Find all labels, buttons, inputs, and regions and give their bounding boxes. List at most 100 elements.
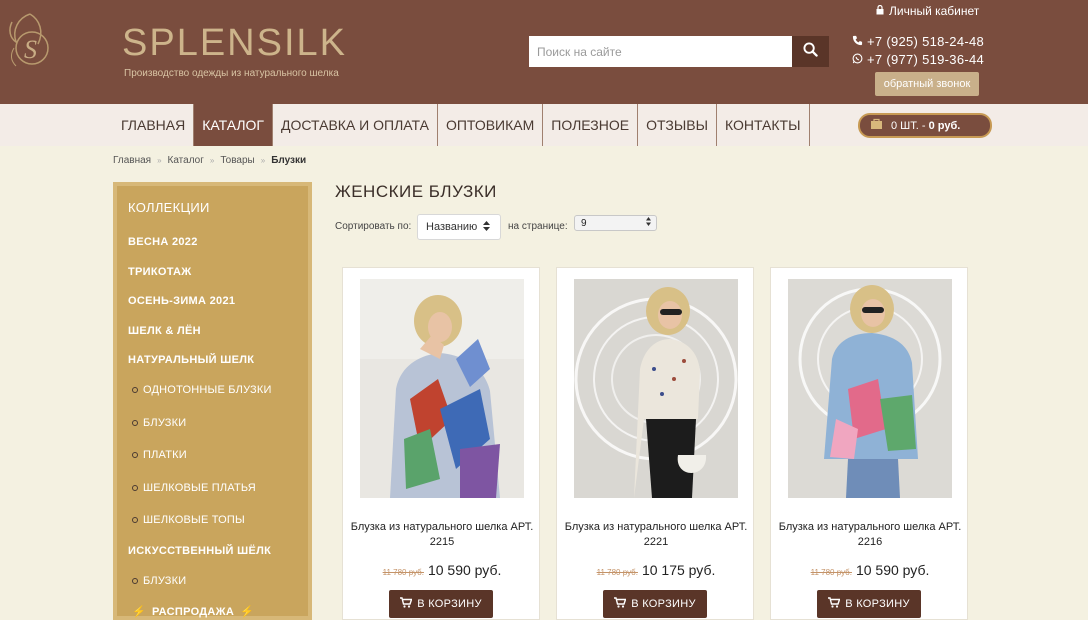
product-name[interactable]: Блузка из натурального шелка АРТ. 2215 — [349, 520, 535, 550]
sidebar-item-autumn-winter-2021[interactable]: ОСЕНЬ-ЗИМА 2021 — [128, 295, 235, 307]
breadcrumb-goods[interactable]: Товары — [220, 155, 254, 166]
sidebar-item-artificial-silk[interactable]: ИСКУССТВЕННЫЙ ШЁЛК — [128, 545, 271, 557]
nav-item-home[interactable]: ГЛАВНАЯ — [113, 104, 195, 146]
lock-icon — [876, 4, 884, 18]
add-to-cart-label: В КОРЗИНУ — [631, 598, 696, 610]
current-price: 10 590 руб. — [855, 562, 930, 578]
old-price: 11 780 руб. — [596, 568, 638, 577]
sort-select[interactable]: Названию — [417, 214, 501, 240]
lightning-icon: ⚡ — [132, 606, 146, 618]
whatsapp-icon — [852, 52, 863, 67]
bullet-icon — [132, 387, 138, 393]
nav-item-useful[interactable]: ПОЛЕЗНОЕ — [543, 104, 639, 146]
nav-item-wholesale[interactable]: ОПТОВИКАМ — [438, 104, 544, 146]
account-link[interactable]: Личный кабинет — [876, 4, 979, 18]
add-to-cart-button[interactable]: В КОРЗИНУ — [817, 590, 921, 618]
cart-icon — [614, 597, 627, 611]
breadcrumb: Главная » Каталог » Товары » Блузки — [113, 155, 306, 166]
nav-item-contacts[interactable]: КОНТАКТЫ — [717, 104, 810, 146]
phone-link-2[interactable]: +7 (977) 519-36-44 — [852, 52, 984, 67]
phone-link-1[interactable]: +7 (925) 518-24-48 — [852, 34, 984, 49]
add-to-cart-button[interactable]: В КОРЗИНУ — [389, 590, 493, 618]
product-image[interactable] — [574, 279, 738, 498]
select-arrows-icon — [646, 217, 651, 229]
sort-label: Сортировать по: — [335, 221, 412, 232]
add-to-cart-button[interactable]: В КОРЗИНУ — [603, 590, 707, 618]
brand-tagline: Производство одежды из натурального шелк… — [124, 68, 339, 79]
sidebar-subitem-blouses[interactable]: БЛУЗКИ — [132, 417, 186, 429]
price-row: 11 780 руб. 10 590 руб. — [343, 562, 541, 578]
sidebar-subitem-label: БЛУЗКИ — [143, 417, 187, 429]
product-image[interactable] — [788, 279, 952, 498]
site-header: S SPLENSILK Производство одежды из натур… — [0, 0, 1088, 104]
sidebar-item-natural-silk[interactable]: НАТУРАЛЬНЫЙ ШЕЛК — [128, 354, 254, 366]
sidebar-item-sale[interactable]: ⚡ РАСПРОДАЖА ⚡ — [132, 605, 255, 619]
phone-icon — [852, 34, 863, 49]
sort-value: Названию — [426, 221, 478, 233]
search-button[interactable] — [792, 36, 829, 67]
breadcrumb-catalog[interactable]: Каталог — [168, 155, 204, 166]
current-price: 10 175 руб. — [641, 562, 716, 578]
account-label: Личный кабинет — [889, 4, 980, 18]
cart-icon — [828, 597, 841, 611]
perpage-select[interactable]: 9 — [574, 215, 657, 231]
add-to-cart-label: В КОРЗИНУ — [845, 598, 910, 610]
perpage-value: 9 — [581, 217, 587, 229]
product-card[interactable]: Блузка из натурального шелка АРТ. 2216 1… — [770, 267, 968, 620]
sidebar-item-spring-2022[interactable]: ВЕСНА 2022 — [128, 236, 198, 248]
old-price: 11 780 руб. — [382, 568, 424, 577]
cart-widget[interactable]: 0 ШТ. - 0 руб. — [858, 113, 992, 138]
product-card[interactable]: Блузка из натурального шелка АРТ. 2221 1… — [556, 267, 754, 620]
perpage-label: на странице: — [508, 221, 568, 232]
current-price: 10 590 руб. — [427, 562, 502, 578]
lightning-icon: ⚡ — [240, 606, 255, 618]
brand-name[interactable]: SPLENSILK — [122, 22, 347, 65]
search-form — [529, 36, 829, 67]
sidebar-subitem-plain-blouses[interactable]: ОДНОТОННЫЕ БЛУЗКИ — [132, 384, 272, 396]
product-name[interactable]: Блузка из натурального шелка АРТ. 2216 — [777, 520, 963, 550]
cart-total: 0 руб. — [928, 119, 961, 132]
cart-separator: - — [921, 119, 926, 132]
page-title: ЖЕНСКИЕ БЛУЗКИ — [335, 182, 497, 201]
phone-number-1: +7 (925) 518-24-48 — [867, 34, 985, 49]
product-image[interactable] — [360, 279, 524, 498]
nav-item-reviews[interactable]: ОТЗЫВЫ — [638, 104, 717, 146]
sidebar-item-knitwear[interactable]: ТРИКОТАЖ — [128, 266, 192, 278]
breadcrumb-current: Блузки — [271, 155, 307, 166]
sidebar-subitem-silk-dresses[interactable]: ШЕЛКОВЫЕ ПЛАТЬЯ — [132, 482, 256, 494]
breadcrumb-separator: » — [209, 156, 215, 165]
breadcrumb-home[interactable]: Главная — [113, 155, 151, 166]
logo-icon[interactable]: S — [4, 8, 56, 74]
bullet-icon — [132, 485, 138, 491]
product-name[interactable]: Блузка из натурального шелка АРТ. 2221 — [563, 520, 749, 550]
cart-icon — [400, 597, 413, 611]
cart-icon — [870, 118, 883, 133]
bullet-icon — [132, 517, 138, 523]
callback-button[interactable]: обратный звонок — [875, 72, 979, 96]
sidebar-item-label: РАСПРОДАЖА — [152, 605, 235, 618]
bullet-icon — [132, 420, 138, 426]
sidebar-item-silk-linen[interactable]: ШЕЛК & ЛЁН — [128, 325, 201, 337]
search-input[interactable] — [529, 36, 793, 67]
price-row: 11 780 руб. 10 175 руб. — [557, 562, 755, 578]
sidebar-subitem-label: БЛУЗКИ — [143, 575, 187, 587]
sidebar-title: КОЛЛЕКЦИИ — [128, 200, 210, 215]
sidebar-subitem-blouses-artificial[interactable]: БЛУЗКИ — [132, 575, 186, 587]
sidebar-subitem-label: ОДНОТОННЫЕ БЛУЗКИ — [143, 384, 272, 396]
sort-arrows-icon — [483, 220, 491, 234]
old-price: 11 780 руб. — [810, 568, 852, 577]
nav-item-delivery[interactable]: ДОСТАВКА И ОПЛАТА — [273, 104, 438, 146]
phone-number-2: +7 (977) 519-36-44 — [867, 52, 985, 67]
svg-text:S: S — [24, 35, 37, 64]
nav-item-catalog[interactable]: КАТАЛОГ — [194, 104, 274, 146]
bullet-icon — [132, 578, 138, 584]
sidebar-subitem-scarves[interactable]: ПЛАТКИ — [132, 449, 187, 461]
breadcrumb-separator: » — [157, 156, 162, 165]
cart-count: 0 ШТ. — [891, 119, 919, 132]
sidebar-subitem-label: ПЛАТКИ — [143, 449, 187, 461]
product-card[interactable]: Блузка из натурального шелка АРТ. 2215 1… — [342, 267, 540, 620]
sidebar-subitem-silk-tops[interactable]: ШЕЛКОВЫЕ ТОПЫ — [132, 514, 245, 526]
search-icon — [803, 41, 818, 62]
collections-sidebar: КОЛЛЕКЦИИ ВЕСНА 2022 ТРИКОТАЖ ОСЕНЬ-ЗИМА… — [113, 182, 312, 620]
nav-items: ГЛАВНАЯ КАТАЛОГ ДОСТАВКА И ОПЛАТА ОПТОВИ… — [113, 104, 810, 146]
